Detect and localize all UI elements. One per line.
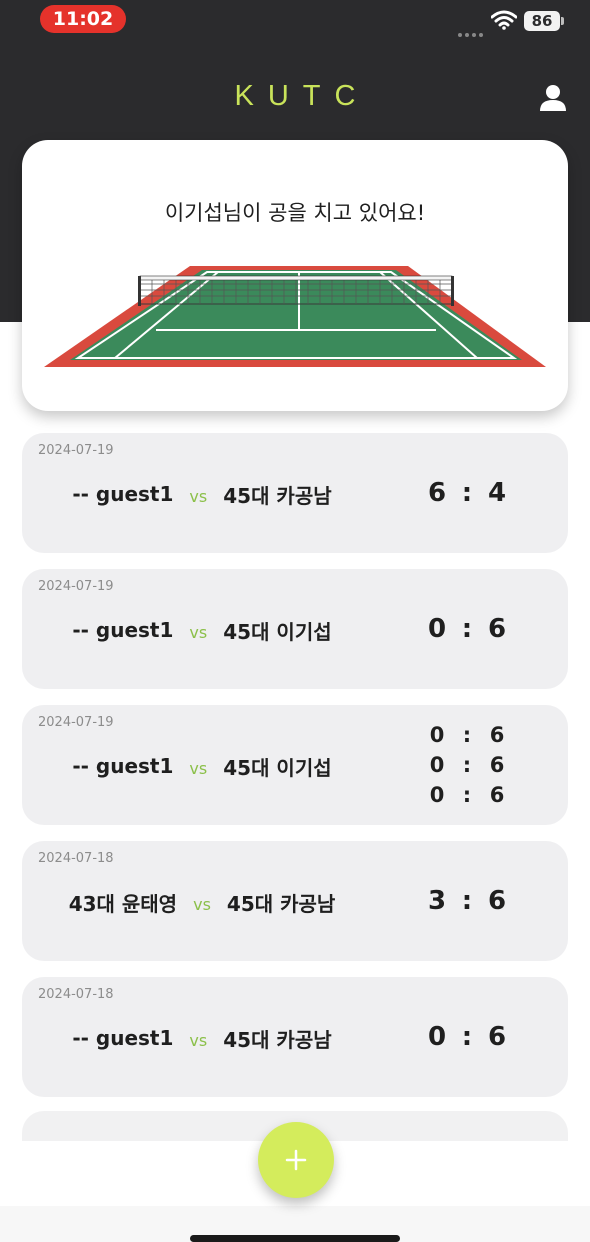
score-row: 3 : 6 [422, 886, 512, 916]
player2-name: 45대 카공남 [226, 891, 336, 916]
match-card[interactable]: 2024-07-19 -- guest1 vs 45대 이기섭 0 : 6 [22, 569, 568, 689]
player1-name: -- guest1 [72, 754, 174, 778]
score-row: 0 : 6 [422, 720, 512, 750]
player2-name: 45대 카공남 [223, 1027, 332, 1052]
vs-label: vs [189, 486, 208, 506]
match-card[interactable]: 2024-07-18 -- guest1 vs 45대 카공남 0 : 6 [22, 977, 568, 1097]
match-date: 2024-07-18 [38, 851, 114, 866]
match-players: -- guest1 vs 45대 이기섭 [22, 613, 382, 647]
score-left: 6 [427, 478, 447, 508]
vs-label: vs [189, 758, 208, 778]
score-row: 0 : 6 [422, 1022, 512, 1052]
score-separator: : [462, 783, 472, 807]
score-block: 3 : 6 [402, 841, 532, 961]
player1-name: -- guest1 [72, 618, 174, 642]
vs-label: vs [189, 1030, 208, 1050]
match-date: 2024-07-19 [38, 715, 114, 730]
match-list[interactable]: 2024-07-19 -- guest1 vs 45대 카공남 6 : 4 20… [22, 433, 568, 1115]
score-left: 0 [427, 1022, 447, 1052]
wifi-icon [491, 10, 517, 30]
battery-icon: 86 [524, 11, 564, 31]
match-date: 2024-07-19 [38, 443, 114, 458]
score-right: 4 [487, 478, 507, 508]
score-left: 0 [429, 723, 445, 747]
score-block: 0 : 6 [402, 569, 532, 689]
score-right: 6 [487, 614, 507, 644]
now-playing-message: 이기섭님이 공을 치고 있어요! [164, 201, 426, 225]
tennis-court-icon [44, 266, 546, 367]
player1-name: -- guest1 [72, 1026, 174, 1050]
score-right: 6 [489, 723, 505, 747]
match-card[interactable]: 2024-07-19 -- guest1 vs 45대 이기섭 0 : 6 0 … [22, 705, 568, 825]
score-right: 6 [487, 886, 507, 916]
score-row: 0 : 6 [422, 614, 512, 644]
vs-label: vs [193, 894, 211, 914]
match-players: -- guest1 vs 45대 카공남 [22, 1021, 382, 1055]
score-separator: : [461, 478, 473, 508]
score-separator: : [462, 723, 472, 747]
status-time: 11:02 [40, 5, 126, 33]
score-block: 0 : 6 [402, 977, 532, 1097]
match-card[interactable]: 2024-07-19 -- guest1 vs 45대 카공남 6 : 4 [22, 433, 568, 553]
match-players: 43대 윤태영 vs 45대 카공남 [22, 885, 382, 919]
player2-name: 45대 카공남 [223, 483, 332, 508]
now-playing-card: 이기섭님이 공을 치고 있어요! [22, 140, 568, 411]
home-indicator [190, 1235, 400, 1242]
match-card[interactable]: 2024-07-18 43대 윤태영 vs 45대 카공남 3 : 6 [22, 841, 568, 961]
score-block: 6 : 4 [402, 433, 532, 553]
score-right: 6 [489, 783, 505, 807]
player2-name: 45대 이기섭 [223, 755, 332, 780]
plus-icon [285, 1149, 307, 1171]
app-title: KUTC [234, 80, 370, 112]
score-separator: : [461, 1022, 473, 1052]
score-right: 6 [487, 1022, 507, 1052]
score-row: 0 : 6 [422, 750, 512, 780]
score-row: 0 : 6 [422, 780, 512, 810]
score-left: 0 [429, 753, 445, 777]
player1-name: -- guest1 [72, 482, 174, 506]
score-separator: : [462, 753, 472, 777]
score-left: 3 [427, 886, 447, 916]
score-block: 0 : 6 0 : 6 0 : 6 [402, 705, 532, 825]
status-bar: 11:02 86 [0, 0, 590, 40]
match-players: -- guest1 vs 45대 이기섭 [22, 749, 382, 783]
score-left: 0 [427, 614, 447, 644]
person-icon[interactable] [538, 84, 568, 112]
match-date: 2024-07-18 [38, 987, 114, 1002]
score-left: 0 [429, 783, 445, 807]
signal-dots-icon [458, 22, 486, 41]
score-row: 6 : 4 [422, 478, 512, 508]
score-right: 6 [489, 753, 505, 777]
score-separator: : [461, 614, 473, 644]
score-separator: : [461, 886, 473, 916]
match-players: -- guest1 vs 45대 카공남 [22, 477, 382, 511]
player2-name: 45대 이기섭 [223, 619, 332, 644]
vs-label: vs [189, 622, 208, 642]
player1-name: 43대 윤태영 [68, 891, 178, 916]
add-match-button[interactable] [258, 1122, 334, 1198]
match-date: 2024-07-19 [38, 579, 114, 594]
